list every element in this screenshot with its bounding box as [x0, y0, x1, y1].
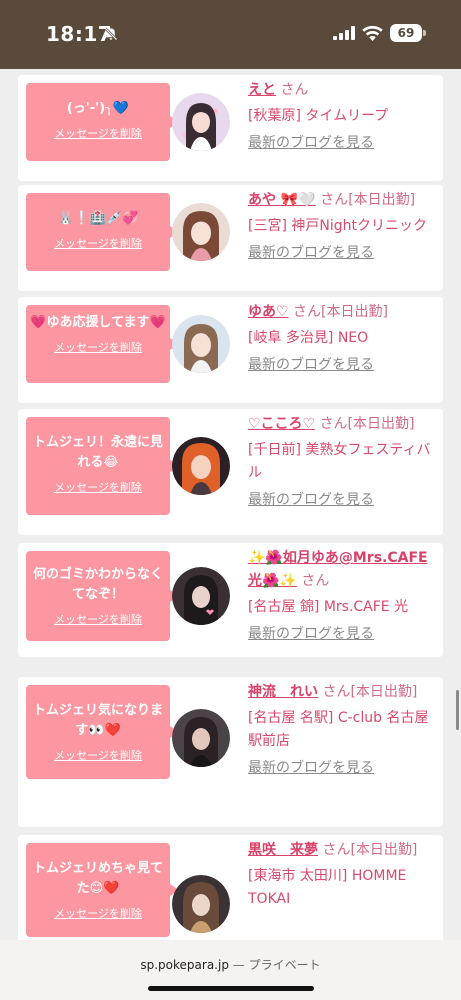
favorites-message-list[interactable]: (っ'-')╮💙 メッセージを削除 えと さん [秋葉原] タイムリープ 最新の… — [0, 69, 461, 940]
blog-link[interactable]: 最新のブログを見る — [248, 757, 438, 780]
cast-info: ✨🌺如月ゆあ@Mrs.CAFE光🌺✨ さん [名古屋 錦] Mrs.CAFE 光… — [248, 547, 438, 646]
cast-info: あや 🎀🤍 さん[本日出勤] [三宮] 神戸Nightクリニック 最新のブログを… — [248, 189, 438, 265]
list-item: トムジェリめちゃ見てた😊❤️ メッセージを削除 黒咲 来夢 さん[本日出勤] [… — [18, 835, 443, 940]
avatar[interactable] — [172, 203, 230, 261]
avatar[interactable] — [172, 567, 230, 625]
message-bubble: 💗ゆあ応援してます💗 メッセージを削除 — [26, 305, 179, 383]
browser-address-bar[interactable]: sp.pokepara.jp — プライベート — [0, 940, 461, 1000]
bell-muted-icon — [104, 27, 118, 41]
avatar[interactable] — [172, 93, 230, 151]
cast-name-link[interactable]: ✨🌺如月ゆあ@Mrs.CAFE光🌺✨ — [248, 550, 428, 589]
cast-info: 神流 れい さん[本日出勤] [名古屋 名駅] C-club 名古屋駅前店 最新… — [248, 681, 438, 780]
cast-name-link[interactable]: ゆあ♡ — [248, 304, 289, 320]
avatar[interactable] — [172, 875, 230, 933]
status-time: 18:17 — [46, 22, 113, 46]
cast-suffix: さん — [280, 82, 309, 98]
list-item: トムジェリ！永遠に見れる😂 メッセージを削除 ♡こころ♡ さん[本日出勤] [千… — [18, 409, 443, 535]
battery-level: 69 — [390, 24, 422, 42]
cast-suffix: さん[本日出勤] — [322, 842, 418, 858]
list-item: 🐰❕🏥💉💞 メッセージを削除 あや 🎀🤍 さん[本日出勤] [三宮] 神戸Nig… — [18, 185, 443, 291]
avatar[interactable] — [172, 315, 230, 373]
avatar[interactable] — [172, 437, 230, 495]
cast-info: ♡こころ♡ さん[本日出勤] [千日前] 美熟女フェスティバル 最新のブログを見… — [248, 413, 438, 512]
message-bubble: トムジェリ気になります👀❤️ メッセージを削除 — [26, 685, 179, 779]
message-text: 何のゴミかわからなくてなぞ！ — [32, 567, 163, 602]
shop-name: [名古屋 錦] Mrs.CAFE 光 — [248, 599, 409, 615]
shop-name: [岐阜 多治見] NEO — [248, 330, 369, 346]
delete-message-link[interactable]: メッセージを削除 — [26, 479, 170, 495]
list-item: 何のゴミかわからなくてなぞ！ メッセージを削除 ✨🌺如月ゆあ@Mrs.CAFE光… — [18, 543, 443, 657]
cast-name-link[interactable]: あや 🎀🤍 — [248, 192, 316, 208]
cast-name-link[interactable]: えと — [248, 82, 276, 98]
delete-message-link[interactable]: メッセージを削除 — [26, 125, 170, 141]
home-indicator[interactable] — [148, 986, 314, 991]
message-text: トムジェリ！永遠に見れる😂 — [32, 435, 163, 470]
url-display[interactable]: sp.pokepara.jp — プライベート — [0, 956, 461, 973]
shop-name: [三宮] 神戸Nightクリニック — [248, 218, 427, 234]
message-bubble: (っ'-')╮💙 メッセージを削除 — [26, 83, 179, 161]
cast-suffix: さん[本日出勤] — [322, 684, 418, 700]
private-mode-label: — プライベート — [232, 958, 321, 972]
cast-suffix: さん — [301, 573, 330, 589]
list-item: (っ'-')╮💙 メッセージを削除 えと さん [秋葉原] タイムリープ 最新の… — [18, 75, 443, 181]
list-item: 💗ゆあ応援してます💗 メッセージを削除 ゆあ♡ さん[本日出勤] [岐阜 多治見… — [18, 297, 443, 403]
cast-name-link[interactable]: 神流 れい — [248, 684, 318, 700]
wifi-icon — [362, 25, 383, 41]
blog-link[interactable]: 最新のブログを見る — [248, 489, 438, 512]
cast-name-link[interactable]: 黒咲 来夢 — [248, 842, 318, 858]
scrollbar[interactable] — [456, 690, 459, 730]
blog-link[interactable]: 最新のブログを見る — [248, 354, 438, 377]
cast-info: えと さん [秋葉原] タイムリープ 最新のブログを見る — [248, 79, 438, 155]
message-text: 💗ゆあ応援してます💗 — [30, 315, 166, 330]
message-bubble: 🐰❕🏥💉💞 メッセージを削除 — [26, 193, 179, 271]
status-bar: 18:17 69 — [0, 0, 461, 69]
delete-message-link[interactable]: メッセージを削除 — [26, 235, 170, 251]
message-bubble: 何のゴミかわからなくてなぞ！ メッセージを削除 — [26, 551, 179, 641]
blog-link[interactable]: 最新のブログを見る — [248, 242, 438, 265]
cast-suffix: さん[本日出勤] — [320, 192, 416, 208]
shop-name: [秋葉原] タイムリープ — [248, 108, 389, 124]
battery-tip — [423, 30, 426, 36]
cast-suffix: さん[本日出勤] — [319, 416, 415, 432]
cast-suffix: さん[本日出勤] — [293, 304, 388, 320]
cast-info: 黒咲 来夢 さん[本日出勤] [東海市 太田川] HOMME TOKAI — [248, 839, 438, 911]
delete-message-link[interactable]: メッセージを削除 — [26, 339, 170, 355]
list-item: トムジェリ気になります👀❤️ メッセージを削除 神流 れい さん[本日出勤] [… — [18, 677, 443, 827]
shop-name: [東海市 太田川] HOMME TOKAI — [248, 868, 407, 907]
cast-info: ゆあ♡ さん[本日出勤] [岐阜 多治見] NEO 最新のブログを見る — [248, 301, 438, 377]
shop-name: [千日前] 美熟女フェスティバル — [248, 442, 431, 481]
message-text: (っ'-')╮💙 — [66, 101, 130, 116]
blog-link[interactable]: 最新のブログを見る — [248, 623, 438, 646]
url-domain: sp.pokepara.jp — [140, 958, 229, 972]
cast-name-link[interactable]: ♡こころ♡ — [248, 416, 315, 432]
delete-message-link[interactable]: メッセージを削除 — [26, 747, 170, 763]
shop-name: [名古屋 名駅] C-club 名古屋駅前店 — [248, 710, 429, 749]
message-bubble: トムジェリめちゃ見てた😊❤️ メッセージを削除 — [26, 843, 179, 937]
delete-message-link[interactable]: メッセージを削除 — [26, 611, 170, 627]
blog-link[interactable]: 最新のブログを見る — [248, 132, 438, 155]
message-text: トムジェリめちゃ見てた😊❤️ — [32, 861, 163, 896]
message-bubble: トムジェリ！永遠に見れる😂 メッセージを削除 — [26, 417, 179, 515]
cellular-signal-icon — [333, 26, 355, 40]
message-text: 🐰❕🏥💉💞 — [57, 211, 139, 226]
avatar[interactable] — [172, 709, 230, 767]
message-text: トムジェリ気になります👀❤️ — [32, 703, 163, 738]
delete-message-link[interactable]: メッセージを削除 — [26, 905, 170, 921]
